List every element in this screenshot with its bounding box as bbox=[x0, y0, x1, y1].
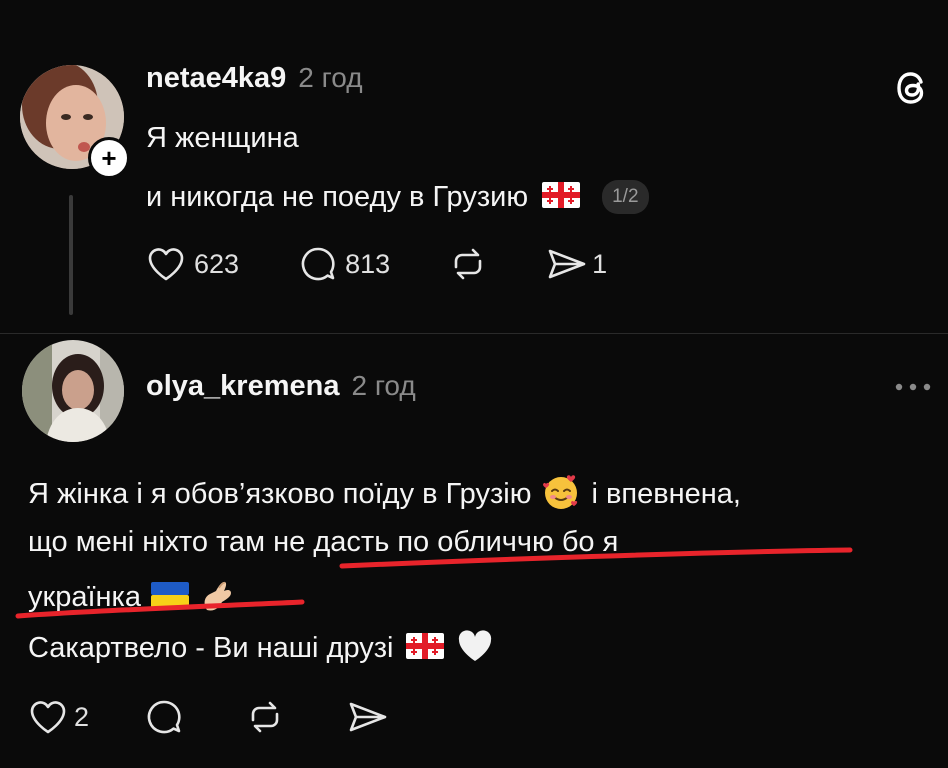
reply-header: olya_kremena 2 год bbox=[146, 370, 416, 403]
heart-icon[interactable] bbox=[28, 698, 68, 736]
post-text-line-2-row: и никогда не поеду в Грузию 1/2 bbox=[146, 180, 649, 214]
like-count: 623 bbox=[194, 248, 240, 279]
share-send-icon[interactable] bbox=[546, 245, 588, 283]
georgia-flag-icon bbox=[542, 181, 581, 213]
reply-time: 2 год bbox=[351, 370, 416, 401]
profile-photo-illustration bbox=[22, 340, 124, 442]
smiling-face-with-hearts-icon bbox=[541, 472, 581, 517]
reply-action-bar: 2 bbox=[28, 698, 389, 736]
heart-icon[interactable] bbox=[146, 245, 186, 283]
share-count: 1 bbox=[592, 248, 608, 279]
reply-username[interactable]: olya_kremena bbox=[146, 370, 339, 403]
post-text-line-2: и никогда не поеду в Грузию bbox=[146, 180, 529, 213]
georgia-flag-icon bbox=[405, 633, 444, 664]
repost-icon[interactable] bbox=[448, 245, 488, 283]
reply-text-line-4: Сакартвело - Ви наші друзі bbox=[28, 632, 394, 664]
comment-icon[interactable] bbox=[145, 698, 183, 736]
comment-icon[interactable] bbox=[299, 245, 337, 283]
share-send-icon[interactable] bbox=[347, 698, 389, 736]
reply-like-count: 2 bbox=[74, 701, 90, 732]
follow-plus-button[interactable]: + bbox=[88, 137, 130, 179]
reply-text-line-1-end: і впевнена, bbox=[591, 478, 741, 510]
red-underline-annotation bbox=[15, 547, 853, 619]
more-options-icon[interactable] bbox=[894, 382, 932, 392]
thread-line bbox=[69, 195, 73, 315]
comment-count: 813 bbox=[345, 248, 391, 279]
post-divider bbox=[0, 333, 948, 334]
reply-avatar[interactable] bbox=[22, 340, 124, 442]
reply-text-line-1-row: Я жінка і я обов’язково поїду в Грузію і… bbox=[28, 472, 741, 517]
reply-text-line-4-row: Сакартвело - Ви наші друзі bbox=[28, 628, 494, 669]
threads-logo-icon[interactable] bbox=[892, 68, 932, 108]
repost-icon[interactable] bbox=[245, 698, 285, 736]
post-text-line-1: Я женщина bbox=[146, 122, 299, 154]
reply-text-line-1: Я жінка і я обов’язково поїду в Грузію bbox=[28, 478, 532, 510]
post-time: 2 год bbox=[298, 62, 363, 93]
page-indicator-badge: 1/2 bbox=[602, 180, 649, 214]
white-heart-icon bbox=[456, 628, 494, 669]
post-action-bar: 623 813 1 bbox=[146, 245, 607, 283]
post-username[interactable]: netae4ka9 bbox=[146, 62, 286, 95]
post-header: netae4ka9 2 год bbox=[146, 62, 363, 95]
